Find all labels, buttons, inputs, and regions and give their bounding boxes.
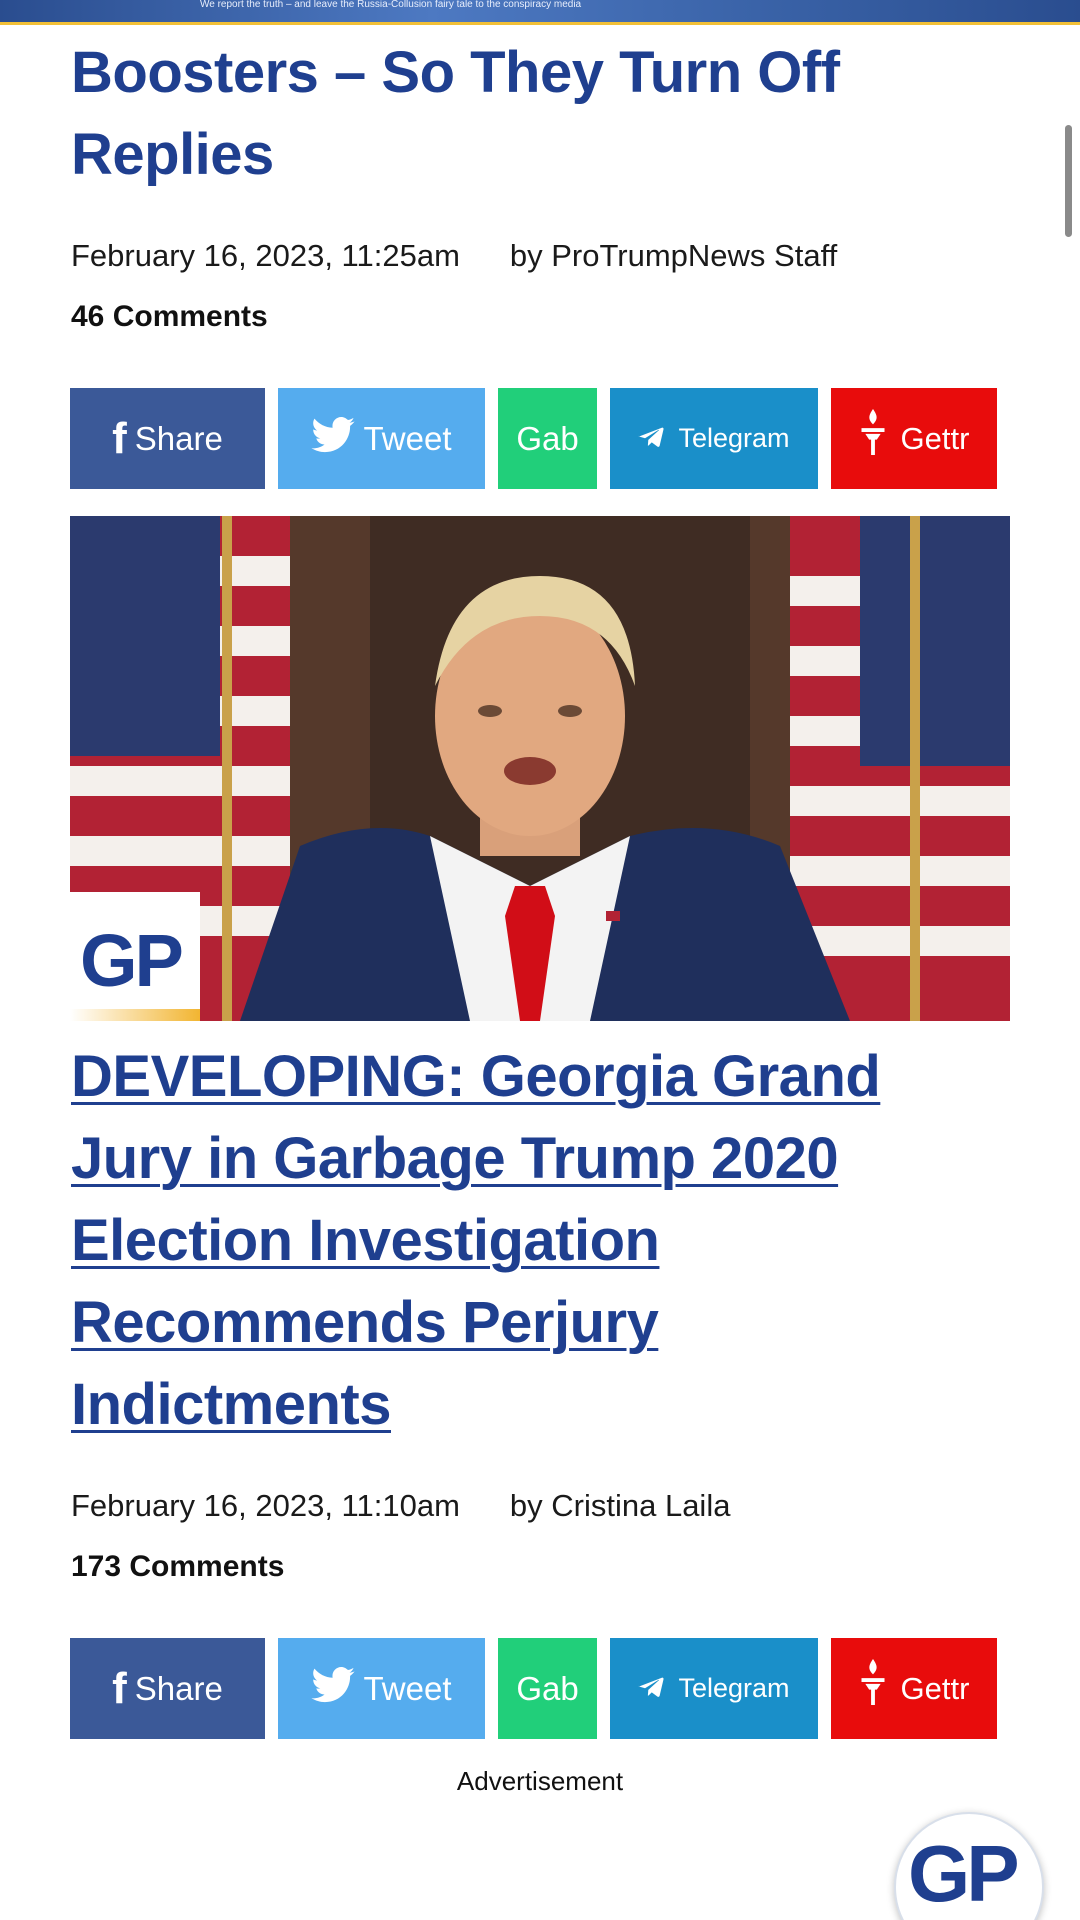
site-top-banner[interactable]: We report the truth – and leave the Russ… [0, 0, 1080, 25]
telegram-icon [638, 1667, 664, 1711]
article-thumbnail[interactable]: GP [70, 516, 1010, 1021]
facebook-icon: f [112, 413, 127, 463]
share-bar: f Share Tweet Gab Telegram Gettr [70, 388, 1000, 489]
tweet-label: Tweet [363, 419, 452, 457]
article-date: February 16, 2023, 11:10am [71, 1488, 460, 1523]
facebook-icon: f [112, 1663, 127, 1713]
telegram-share-button[interactable]: Telegram [610, 388, 818, 489]
article-meta: February 16, 2023, 11:10am by Cristina La… [71, 1488, 730, 1524]
facebook-share-button[interactable]: f Share [70, 1638, 265, 1739]
page: We report the truth – and leave the Russ… [0, 0, 1080, 1920]
scrollbar[interactable] [1065, 125, 1072, 237]
gp-logo-text: GP [80, 919, 184, 1002]
telegram-label: Telegram [678, 423, 790, 453]
telegram-share-button[interactable]: Telegram [610, 1638, 818, 1739]
facebook-share-button[interactable]: f Share [70, 388, 265, 489]
advertisement-label: Advertisement [456, 1766, 624, 1796]
gp-stripe [70, 1009, 200, 1021]
floating-gp-logo-button[interactable]: GP [894, 1812, 1044, 1920]
banner-text: We report the truth – and leave the Russ… [200, 0, 582, 10]
article-title[interactable]: Boosters – So They Turn Off Replies [71, 32, 971, 196]
telegram-icon [638, 417, 664, 461]
share-bar: f Share Tweet Gab Telegram Gettr [70, 1638, 1000, 1739]
article-title-link[interactable]: DEVELOPING: Georgia Grand Jury in Garbag… [71, 1036, 971, 1446]
gettr-share-button[interactable]: Gettr [831, 388, 997, 489]
gettr-label: Gettr [900, 420, 970, 456]
comments-count[interactable]: 173 Comments [71, 1550, 284, 1584]
share-label: Share [134, 419, 223, 457]
gp-watermark: GP [70, 892, 200, 1021]
article-date: February 16, 2023, 11:25am [71, 238, 460, 273]
twitter-icon [311, 416, 356, 461]
gab-share-button[interactable]: Gab [498, 388, 597, 489]
gettr-icon [859, 1659, 887, 1718]
gab-label: Gab [516, 419, 579, 457]
gettr-icon [859, 409, 887, 468]
article-photo [70, 516, 1010, 1021]
share-label: Share [134, 1669, 223, 1707]
article-byline[interactable]: by Cristina Laila [510, 1488, 731, 1523]
twitter-icon [311, 1666, 356, 1711]
article-byline[interactable]: by ProTrumpNews Staff [510, 238, 837, 273]
gettr-share-button[interactable]: Gettr [831, 1638, 997, 1739]
tweet-label: Tweet [363, 1669, 452, 1707]
gab-share-button[interactable]: Gab [498, 1638, 597, 1739]
twitter-share-button[interactable]: Tweet [278, 388, 485, 489]
gp-logo-text: GP [908, 1829, 1020, 1918]
article-meta: February 16, 2023, 11:25am by ProTrumpNew… [71, 238, 837, 274]
gab-label: Gab [516, 1669, 579, 1707]
gettr-label: Gettr [900, 1670, 970, 1706]
twitter-share-button[interactable]: Tweet [278, 1638, 485, 1739]
telegram-label: Telegram [678, 1673, 790, 1703]
comments-count[interactable]: 46 Comments [71, 300, 268, 334]
